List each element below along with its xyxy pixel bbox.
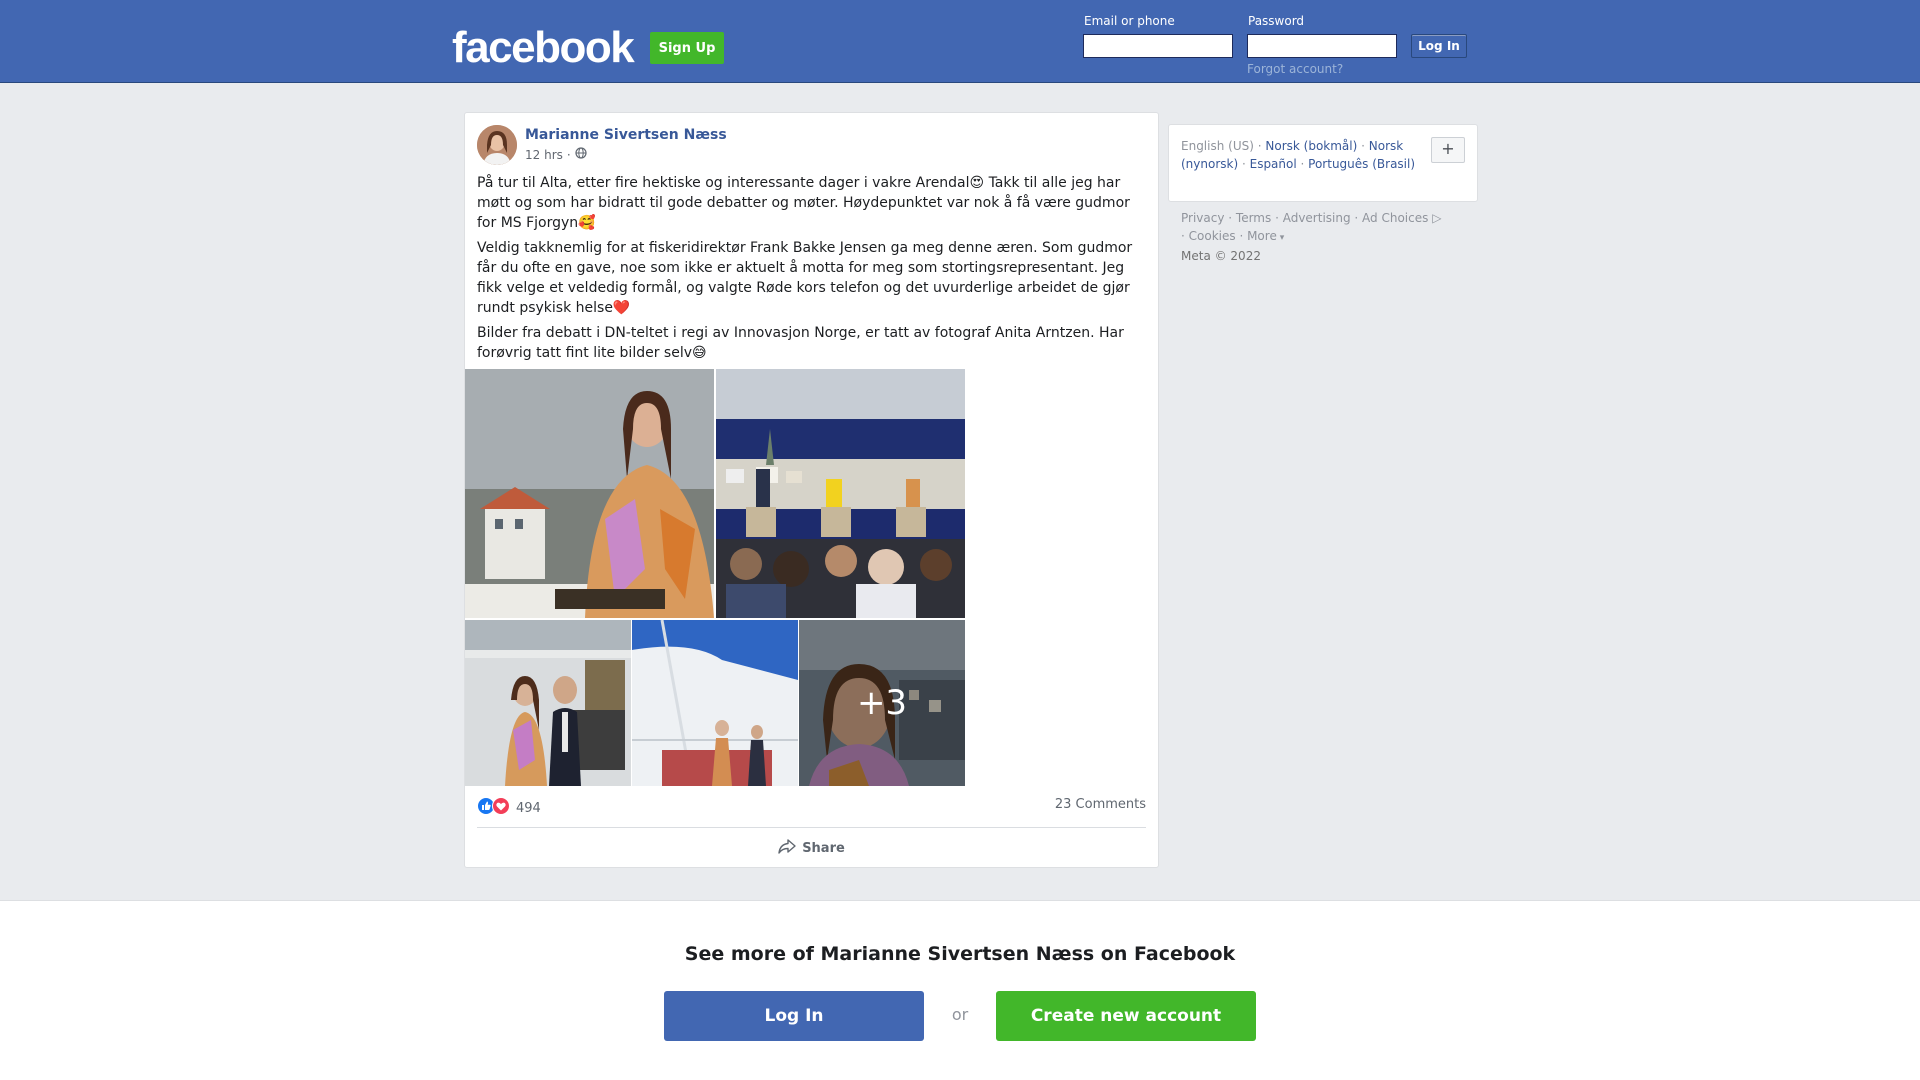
share-button[interactable]: Share <box>465 835 1158 861</box>
language-selector: English (US) · Norsk (bokmål) · Norsk (n… <box>1168 124 1478 202</box>
more-photos-overlay[interactable]: +3 <box>799 620 965 786</box>
sign-up-button[interactable]: Sign Up <box>650 32 724 64</box>
language-current: English (US) <box>1181 139 1254 153</box>
forgot-account-link[interactable]: Forgot account? <box>1247 62 1343 76</box>
share-icon <box>778 838 796 858</box>
footer-link-terms[interactable]: Terms <box>1236 211 1271 225</box>
banner-log-in-button[interactable]: Log In <box>664 991 924 1041</box>
password-field[interactable] <box>1247 34 1397 58</box>
reaction-icons <box>477 797 510 819</box>
footer-link-ad-choices[interactable]: Ad Choices ▷ <box>1362 211 1441 225</box>
language-link[interactable]: Español <box>1250 157 1297 171</box>
facebook-logo[interactable]: facebook <box>452 24 635 72</box>
post-paragraph: Veldig takknemlig for at fiskeridirektør… <box>477 240 1133 316</box>
footer-link-more[interactable]: More ▾ <box>1247 229 1284 243</box>
login-banner: See more of Marianne Sivertsen Næss on F… <box>0 900 1920 1080</box>
post-timestamp[interactable]: 12 hrs <box>525 148 563 162</box>
globe-icon <box>575 147 587 162</box>
email-label: Email or phone <box>1084 14 1175 28</box>
ad-choices-icon: ▷ <box>1428 211 1442 225</box>
photo-3[interactable] <box>465 620 631 786</box>
password-label: Password <box>1248 14 1305 28</box>
divider <box>477 827 1146 828</box>
share-label: Share <box>802 840 845 856</box>
language-list: English (US) · Norsk (bokmål) · Norsk (n… <box>1181 139 1416 171</box>
footer-links: Privacy · Terms · Advertising · Ad Choic… <box>1181 209 1481 265</box>
photo-5-more[interactable]: +3 <box>799 620 965 786</box>
reaction-summary[interactable]: 494 <box>477 797 541 819</box>
post-paragraph: På tur til Alta, etter fire hektiske og … <box>477 175 1130 231</box>
log-in-button[interactable]: Log In <box>1411 34 1467 58</box>
create-account-button[interactable]: Create new account <box>996 991 1256 1041</box>
top-bar: facebook Sign Up Email or phone Password… <box>0 0 1920 83</box>
love-icon <box>492 797 510 819</box>
ad-choices-label: Ad Choices <box>1362 211 1429 225</box>
more-label: More <box>1247 229 1277 243</box>
avatar[interactable] <box>477 125 517 165</box>
comments-link[interactable]: 23 Comments <box>1055 797 1146 812</box>
post-text: På tur til Alta, etter fire hektiske og … <box>477 173 1147 368</box>
post-meta: 12 hrs · <box>525 147 587 162</box>
footer-link-cookies[interactable]: Cookies <box>1189 229 1236 243</box>
more-languages-button[interactable]: + <box>1431 137 1465 163</box>
photo-4[interactable] <box>632 620 798 786</box>
language-link[interactable]: Norsk (bokmål) <box>1265 139 1357 153</box>
language-link[interactable]: Português (Brasil) <box>1308 157 1415 171</box>
caret-down-icon: ▾ <box>1276 233 1285 243</box>
post-card: Marianne Sivertsen Næss 12 hrs · På tur … <box>464 112 1159 868</box>
photo-2[interactable] <box>716 369 965 618</box>
banner-title: See more of Marianne Sivertsen Næss on F… <box>684 943 1236 965</box>
copyright: Meta © 2022 <box>1181 249 1261 263</box>
or-separator: or <box>951 1005 969 1024</box>
post-paragraph: Bilder fra debatt i DN-teltet i regi av … <box>477 325 1124 361</box>
photo-1[interactable] <box>465 369 714 618</box>
footer-link-privacy[interactable]: Privacy <box>1181 211 1224 225</box>
email-field[interactable] <box>1083 34 1233 58</box>
reaction-count: 494 <box>516 800 541 816</box>
post-author-link[interactable]: Marianne Sivertsen Næss <box>525 127 727 143</box>
footer-link-advertising[interactable]: Advertising <box>1283 211 1351 225</box>
meta-separator: · <box>566 147 571 162</box>
photo-grid: +3 <box>465 369 965 786</box>
